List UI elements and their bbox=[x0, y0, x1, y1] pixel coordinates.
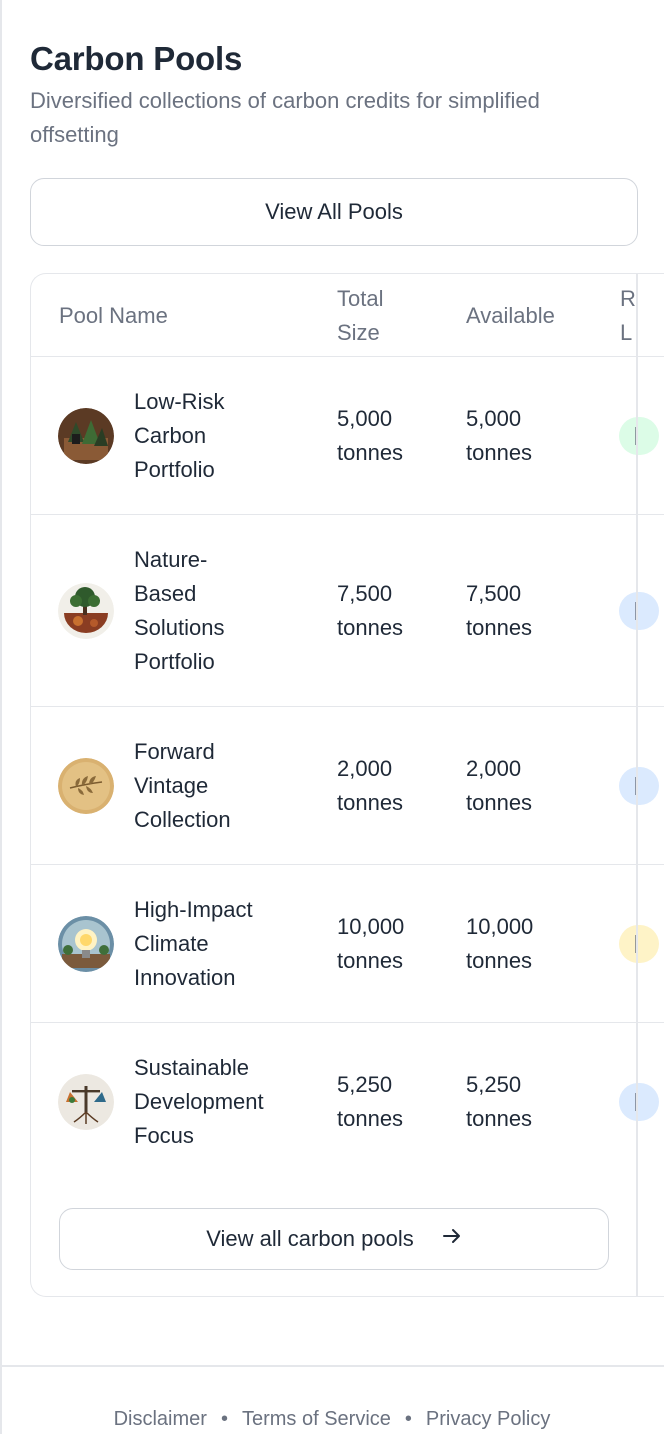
table-row[interactable]: Low-Risk Carbon Portfolio 5,000 tonnes 5… bbox=[31, 356, 664, 515]
view-all-pools-button[interactable]: View All Pools bbox=[30, 178, 638, 246]
total-size: 5,000 tonnes bbox=[337, 406, 404, 465]
page-title: Carbon Pools bbox=[30, 40, 243, 77]
view-all-carbon-pools-label: View all carbon pools bbox=[206, 1226, 414, 1251]
column-header-available[interactable]: Available bbox=[466, 299, 555, 333]
total-size: 10,000 tonnes bbox=[337, 914, 405, 973]
pool-name[interactable]: Sustainable Development Focus bbox=[134, 1051, 264, 1153]
view-all-carbon-pools-link[interactable]: View all carbon pools bbox=[59, 1208, 609, 1270]
footer-link-terms[interactable]: Terms of Service bbox=[242, 1408, 391, 1431]
total-size: 2,000 tonnes bbox=[337, 756, 404, 815]
table-row[interactable]: Nature- Based Solutions Portfolio 7,500 … bbox=[31, 514, 664, 707]
footer-link-privacy[interactable]: Privacy Policy bbox=[426, 1408, 550, 1431]
pool-name[interactable]: Low-Risk Carbon Portfolio bbox=[134, 385, 224, 487]
page-left-border bbox=[0, 0, 2, 1434]
page-subtitle: Diversified collections of carbon credit… bbox=[30, 88, 540, 147]
available-amount: 7,500 tonnes bbox=[466, 581, 533, 640]
available-amount: 5,250 tonnes bbox=[466, 1072, 533, 1131]
lightbulb-icon bbox=[58, 916, 114, 972]
tree-globe-icon bbox=[58, 583, 114, 639]
footer-separator: • bbox=[220, 1408, 228, 1430]
available-amount: 10,000 tonnes bbox=[466, 914, 534, 973]
column-header-risk-level[interactable]: R L bbox=[620, 282, 636, 350]
risk-level-badge bbox=[619, 1083, 659, 1121]
footer-divider bbox=[0, 1365, 664, 1367]
column-header-total-size[interactable]: Total Size bbox=[337, 282, 383, 350]
pool-name[interactable]: Nature- Based Solutions Portfolio bbox=[134, 543, 225, 679]
leaf-icon bbox=[58, 758, 114, 814]
footer-link-disclaimer[interactable]: Disclaimer bbox=[114, 1408, 207, 1431]
table-row[interactable]: Forward Vintage Collection 2,000 tonnes … bbox=[31, 706, 664, 865]
forest-icon bbox=[58, 408, 114, 464]
available-amount: 5,000 tonnes bbox=[466, 406, 533, 465]
risk-level-badge bbox=[619, 417, 659, 455]
total-size: 7,500 tonnes bbox=[337, 581, 404, 640]
footer-separator: • bbox=[404, 1408, 412, 1430]
pool-name[interactable]: Forward Vintage Collection bbox=[134, 735, 231, 837]
total-size: 5,250 tonnes bbox=[337, 1072, 404, 1131]
pool-name[interactable]: High-Impact Climate Innovation bbox=[134, 893, 253, 995]
risk-level-badge bbox=[619, 592, 659, 630]
risk-level-badge bbox=[619, 925, 659, 963]
table-row[interactable]: Sustainable Development Focus 5,250 tonn… bbox=[31, 1022, 664, 1183]
table-row[interactable]: High-Impact Climate Innovation 10,000 to… bbox=[31, 864, 664, 1023]
available-amount: 2,000 tonnes bbox=[466, 756, 533, 815]
column-header-pool-name[interactable]: Pool Name bbox=[59, 299, 168, 333]
card-right-border bbox=[636, 273, 638, 1297]
footer-links: Disclaimer • Terms of Service • Privacy … bbox=[0, 1408, 664, 1431]
pools-table-card: Pool Name Total Size Available R L Low-R… bbox=[30, 273, 664, 1297]
arrow-right-icon bbox=[442, 1226, 462, 1252]
balance-scale-icon bbox=[58, 1074, 114, 1130]
risk-level-badge bbox=[619, 767, 659, 805]
